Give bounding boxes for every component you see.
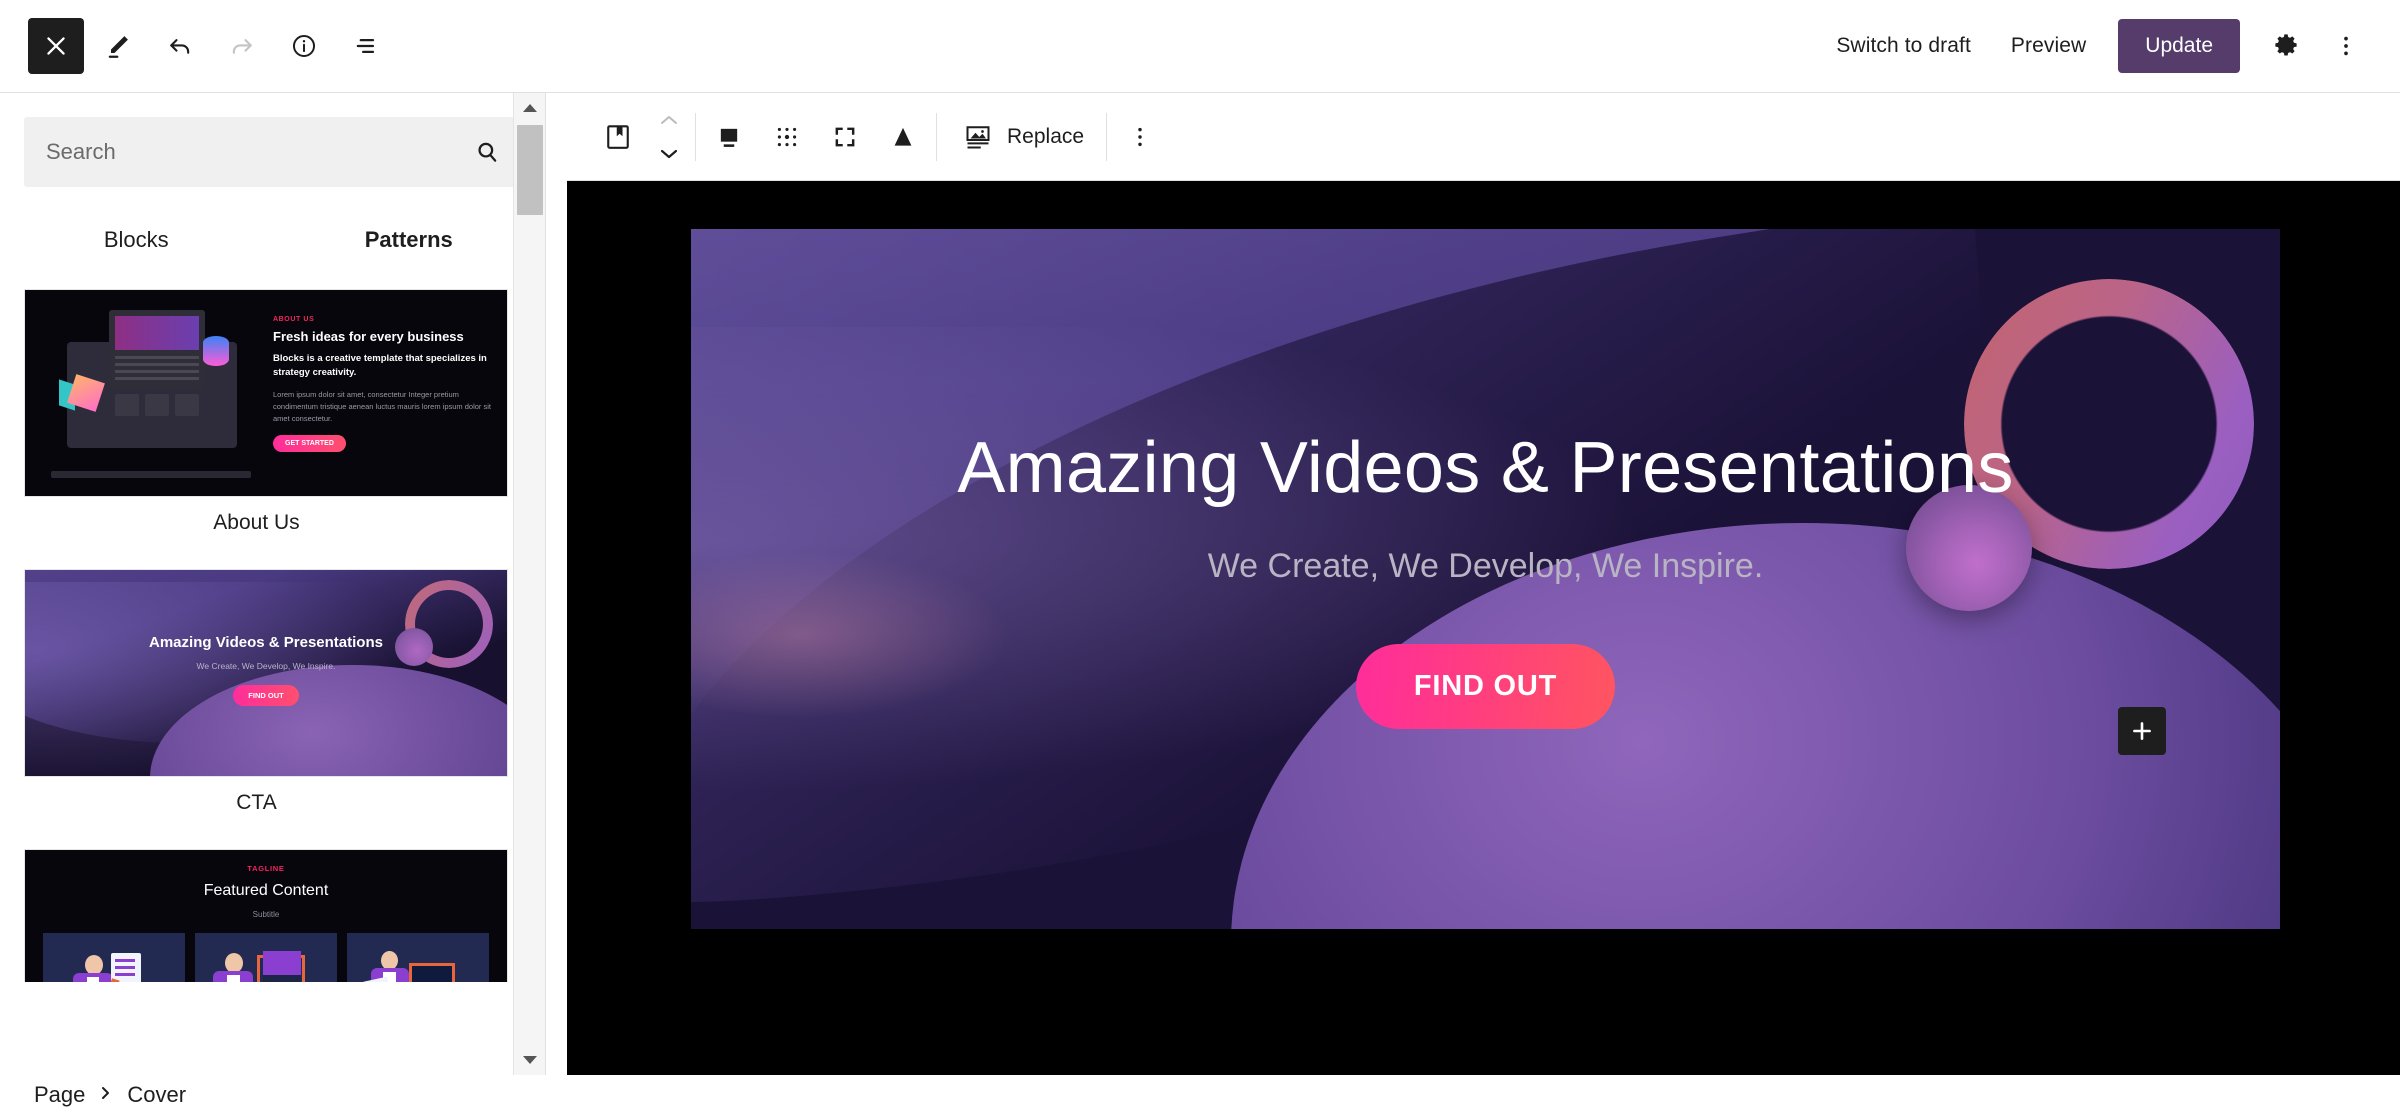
more-options-kebab-icon-button[interactable] <box>2318 18 2374 74</box>
block-movers[interactable] <box>647 101 691 173</box>
pattern-item-about-us[interactable]: ABOUT US Fresh ideas for every business … <box>0 265 513 545</box>
settings-gear-icon-button[interactable] <box>2258 18 2314 74</box>
laptop-illustration-icon <box>25 290 265 496</box>
cover-content: Amazing Videos & Presentations We Create… <box>691 229 2280 929</box>
breadcrumb-item-page[interactable]: Page <box>34 1082 85 1108</box>
toolbar-divider <box>695 113 696 161</box>
featured-card: How Investing in Self- <box>195 933 337 982</box>
toolbar-divider <box>1106 113 1108 161</box>
pattern-item-cta[interactable]: Amazing Videos & Presentations We Create… <box>0 545 513 825</box>
undo-icon-button[interactable] <box>152 18 208 74</box>
editor-header: Switch to draft Preview Update <box>0 0 2400 93</box>
replace-label: Replace <box>1007 125 1085 148</box>
replace-media-button[interactable]: Replace <box>941 108 1102 166</box>
header-right-actions: Switch to draft Preview Update <box>1818 18 2400 74</box>
inserter-search-area <box>0 93 545 187</box>
move-up-chevron-icon-button[interactable] <box>647 103 691 137</box>
redo-icon-button[interactable] <box>214 18 270 74</box>
block-format-group <box>700 94 932 181</box>
pattern-featured-heading: Featured Content <box>203 882 329 899</box>
featured-card: Custom Onboarding Strategy: <box>43 933 185 982</box>
featured-card: 7 Productivity Tips to Avoid <box>347 933 489 982</box>
scroll-up-arrow-icon[interactable] <box>514 93 546 123</box>
block-options-kebab-icon-button[interactable] <box>1111 108 1169 166</box>
toolbar-divider <box>936 113 937 161</box>
cover-subheading[interactable]: We Create, We Develop, We Inspire. <box>1208 547 1764 586</box>
pattern-label-about-us: About Us <box>213 511 300 534</box>
media-replace-group: Replace <box>941 94 1102 181</box>
breadcrumb-item-cover[interactable]: Cover <box>127 1082 186 1108</box>
close-editor-button[interactable] <box>28 18 84 74</box>
sidebar-scrollbar[interactable] <box>513 93 545 1075</box>
pattern-label-cta: CTA <box>236 791 277 814</box>
pattern-about-body: Lorem ipsum dolor sit amet, consectetur … <box>273 389 492 423</box>
header-left-tools <box>0 18 394 74</box>
content-position-icon-button[interactable] <box>758 108 816 166</box>
move-down-chevron-icon-button[interactable] <box>647 137 691 171</box>
list-view-icon-button[interactable] <box>338 18 394 74</box>
align-icon-button[interactable] <box>700 108 758 166</box>
pattern-featured-tagline: TAGLINE <box>247 864 285 873</box>
pattern-cta-heading: Amazing Videos & Presentations <box>149 634 383 651</box>
media-image-icon <box>966 126 990 149</box>
editor-canvas[interactable]: Amazing Videos & Presentations We Create… <box>567 181 2400 1075</box>
block-toolbar: Replace <box>567 94 2400 181</box>
pattern-item-featured-content[interactable]: TAGLINE Featured Content Subtitle <box>0 825 513 982</box>
search-input[interactable] <box>24 139 473 165</box>
person-desk-illustration-icon <box>347 933 489 982</box>
pattern-preview-featured-content[interactable]: TAGLINE Featured Content Subtitle <box>24 849 508 982</box>
pattern-cta-subheading: We Create, We Develop, We Inspire. <box>196 661 336 671</box>
pattern-list[interactable]: ABOUT US Fresh ideas for every business … <box>0 265 513 982</box>
update-button[interactable]: Update <box>2118 19 2240 73</box>
person-checklist-illustration-icon <box>43 933 185 982</box>
full-height-icon-button[interactable] <box>816 108 874 166</box>
switch-to-draft-button[interactable]: Switch to draft <box>1818 20 1989 72</box>
pattern-cta-button: FIND OUT <box>233 685 299 706</box>
preview-button[interactable]: Preview <box>1993 20 2104 72</box>
edit-pencil-icon-button[interactable] <box>90 18 146 74</box>
pattern-featured-subtitle: Subtitle <box>252 910 280 919</box>
cover-block[interactable]: Amazing Videos & Presentations We Create… <box>691 229 2280 929</box>
pattern-preview-cta[interactable]: Amazing Videos & Presentations We Create… <box>24 569 508 777</box>
find-out-button[interactable]: FIND OUT <box>1355 643 1616 729</box>
pattern-about-heading: Fresh ideas for every business <box>273 329 464 344</box>
block-type-cover-icon-button[interactable] <box>589 108 647 166</box>
pattern-about-button: GET STARTED <box>273 434 346 452</box>
search-box[interactable] <box>24 117 521 187</box>
breadcrumb-separator-icon <box>99 1085 113 1106</box>
breadcrumb: Page Cover <box>0 1075 2400 1115</box>
add-block-appender-button[interactable] <box>2118 707 2166 755</box>
details-info-icon-button[interactable] <box>276 18 332 74</box>
block-type-group <box>567 94 691 181</box>
duotone-filter-icon-button[interactable] <box>874 108 932 166</box>
pattern-about-tagline: ABOUT US <box>273 316 315 323</box>
pattern-about-subheading: Blocks is a creative template that speci… <box>273 353 487 378</box>
cover-heading[interactable]: Amazing Videos & Presentations <box>957 429 2013 508</box>
scroll-down-arrow-icon[interactable] <box>514 1045 546 1075</box>
scrollbar-thumb[interactable] <box>517 125 543 215</box>
pattern-preview-about-us[interactable]: ABOUT US Fresh ideas for every business … <box>24 289 508 497</box>
person-envelope-illustration-icon <box>195 933 337 982</box>
block-options-group <box>1111 94 1169 181</box>
